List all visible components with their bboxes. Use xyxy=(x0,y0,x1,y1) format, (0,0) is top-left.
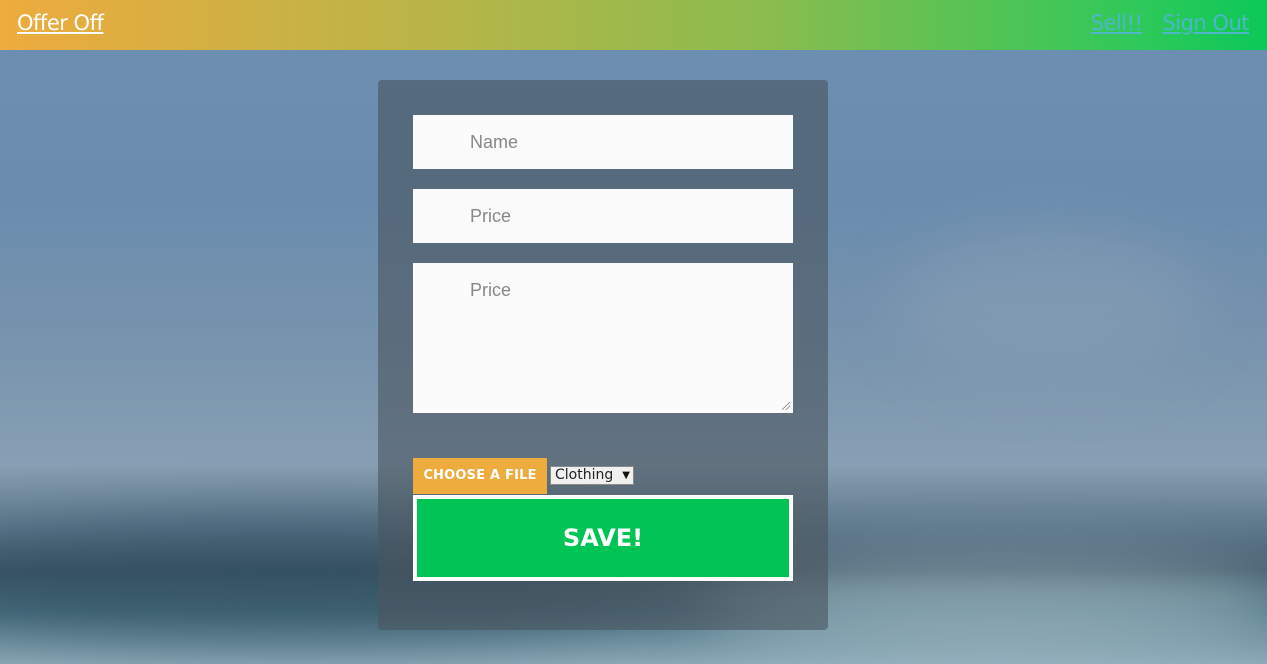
sell-form-panel: Name Price Price CHOOSE A FILE Clothing … xyxy=(378,80,828,630)
background-blur xyxy=(900,230,1200,380)
category-select[interactable]: Clothing ▼ xyxy=(550,466,634,485)
chevron-down-icon: ▼ xyxy=(622,470,630,481)
sign-out-link[interactable]: Sign Out xyxy=(1162,11,1249,35)
nav-links: Sell!! Sign Out xyxy=(1091,11,1250,35)
resize-grip-icon[interactable] xyxy=(782,402,790,410)
top-navbar: Offer Off Sell!! Sign Out xyxy=(0,0,1267,50)
description-textarea[interactable]: Price xyxy=(413,263,793,413)
category-selected-value: Clothing xyxy=(555,467,614,483)
sell-link[interactable]: Sell!! xyxy=(1091,11,1143,35)
price-input[interactable]: Price xyxy=(413,189,793,243)
brand-link[interactable]: Offer Off xyxy=(17,11,104,35)
name-input[interactable]: Name xyxy=(413,115,793,169)
choose-file-button[interactable]: CHOOSE A FILE xyxy=(413,458,547,494)
save-button[interactable]: SAVE! xyxy=(413,495,793,581)
description-placeholder: Price xyxy=(470,280,512,300)
